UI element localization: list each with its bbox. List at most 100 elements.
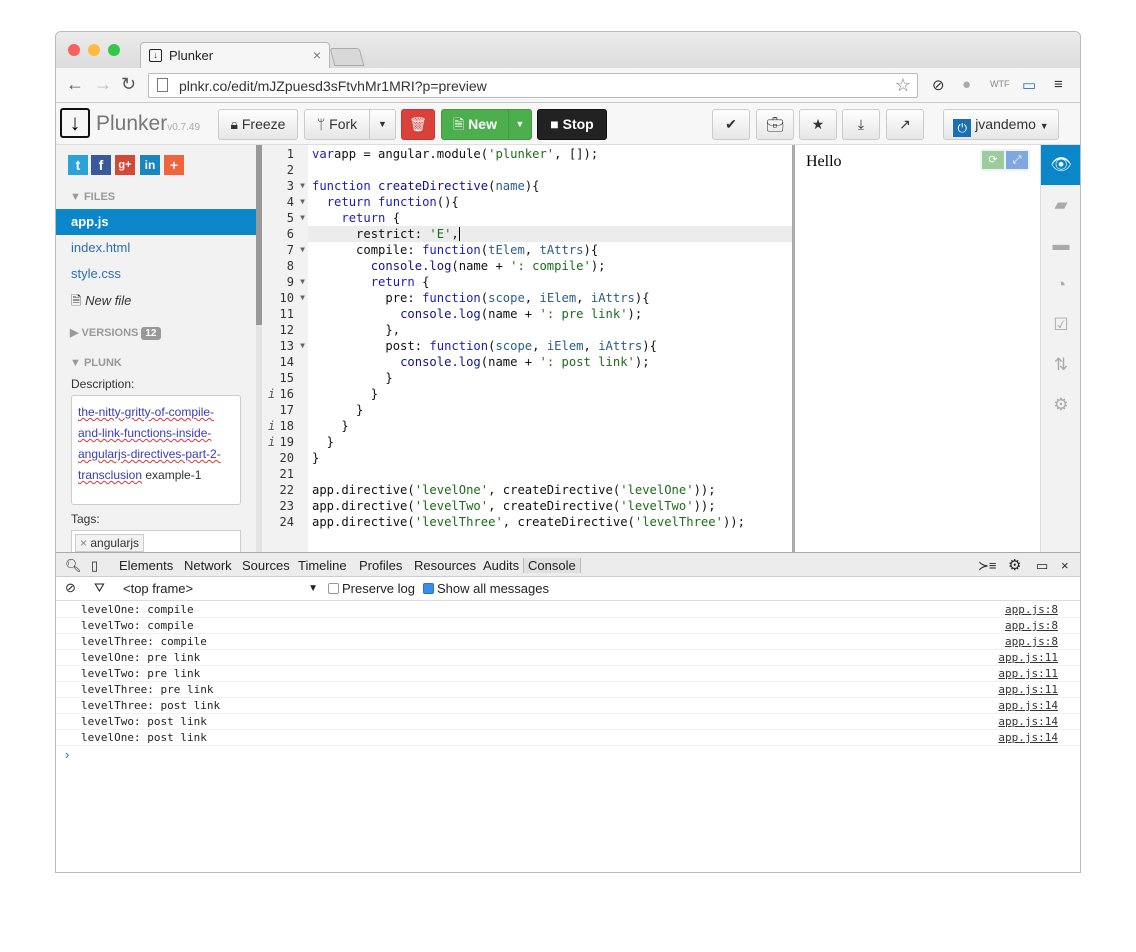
wtf-extension-icon[interactable]: WTF bbox=[990, 79, 1010, 89]
clear-console-icon[interactable]: ⊘ bbox=[65, 580, 76, 596]
google-plus-icon[interactable]: g+ bbox=[115, 155, 135, 175]
source-link[interactable]: app.js:8 bbox=[1005, 618, 1058, 633]
code-line[interactable]: app.directive('levelOne', createDirectiv… bbox=[312, 482, 792, 498]
search-icon[interactable]: 🔍︎ bbox=[65, 558, 82, 574]
new-file-button[interactable]: 🗎 New file bbox=[56, 287, 256, 313]
devtools-tab-network[interactable]: Network bbox=[184, 558, 232, 573]
code-line[interactable]: return { bbox=[312, 274, 792, 290]
add-share-icon[interactable]: + bbox=[164, 155, 184, 175]
fork-dropdown-button[interactable]: ▼ bbox=[369, 109, 396, 140]
console-prompt[interactable]: › bbox=[65, 747, 69, 762]
code-line[interactable]: return { bbox=[312, 210, 792, 226]
new-tab-button[interactable] bbox=[329, 48, 365, 66]
checkbox-checked[interactable] bbox=[423, 583, 434, 594]
new-dropdown-button[interactable]: ▼ bbox=[508, 109, 532, 140]
extension-icon[interactable]: ● bbox=[962, 76, 971, 93]
code-line[interactable]: } bbox=[312, 386, 792, 402]
bookmark-star-icon[interactable]: ☆ bbox=[895, 75, 911, 96]
stop-button[interactable]: ■ Stop bbox=[537, 109, 607, 140]
code-line[interactable]: } bbox=[312, 450, 792, 466]
source-link[interactable]: app.js:14 bbox=[998, 698, 1058, 713]
description-textarea[interactable]: the-nitty-gritty-of-compile-and-link-fun… bbox=[71, 395, 241, 505]
source-link[interactable]: app.js:11 bbox=[998, 682, 1058, 697]
devtools-tab-audits[interactable]: Audits bbox=[483, 558, 519, 573]
code-line[interactable] bbox=[312, 466, 792, 482]
code-line[interactable]: restrict: 'E', bbox=[308, 226, 792, 242]
code-line[interactable]: } bbox=[312, 434, 792, 450]
book-icon[interactable]: ▰ bbox=[1041, 185, 1080, 225]
filter-icon[interactable]: ⛛ bbox=[94, 580, 105, 596]
source-link[interactable]: app.js:11 bbox=[998, 666, 1058, 681]
code-line[interactable]: }, bbox=[312, 322, 792, 338]
preview-eye-icon[interactable]: 👁︎ bbox=[1041, 145, 1080, 185]
tags-input[interactable]: × angularjs bbox=[71, 530, 241, 552]
minimize-window-button[interactable] bbox=[88, 44, 100, 56]
code-line[interactable]: pre: function(scope, iElem, iAttrs){ bbox=[312, 290, 792, 306]
extension-icon[interactable]: ▭ bbox=[1022, 76, 1036, 94]
facebook-icon[interactable]: f bbox=[91, 155, 111, 175]
show-all-messages-checkbox[interactable]: Show all messages bbox=[423, 581, 549, 596]
menu-icon[interactable]: ≡ bbox=[1054, 76, 1063, 93]
source-link[interactable]: app.js:8 bbox=[1005, 634, 1058, 649]
refresh-preview-icon[interactable]: ⟳ bbox=[982, 151, 1004, 169]
file-item-style-css[interactable]: style.css bbox=[56, 261, 256, 287]
code-line[interactable]: function createDirective(name){ bbox=[312, 178, 792, 194]
file-item-index-html[interactable]: index.html bbox=[56, 235, 256, 261]
code-line[interactable]: console.log(name + ': post link'); bbox=[312, 354, 792, 370]
code-line[interactable]: } bbox=[312, 370, 792, 386]
extension-icon[interactable]: ⊘ bbox=[932, 76, 945, 94]
devtools-tab-resources[interactable]: Resources bbox=[414, 558, 476, 573]
download-button[interactable]: ⤓ bbox=[842, 109, 880, 140]
fork-button[interactable]: ᛘ Fork bbox=[304, 109, 370, 140]
fold-toggle-icon[interactable]: ▼ bbox=[300, 178, 305, 194]
expand-preview-icon[interactable]: ⤢ bbox=[1006, 151, 1028, 169]
code-line[interactable]: console.log(name + ': pre link'); bbox=[312, 306, 792, 322]
close-devtools-icon[interactable]: × bbox=[1061, 558, 1069, 573]
check-button[interactable]: ✔ bbox=[712, 109, 750, 140]
open-external-button[interactable]: ↗ bbox=[886, 109, 924, 140]
devtools-tab-sources[interactable]: Sources bbox=[242, 558, 290, 573]
settings-gear-icon[interactable]: ⚙ bbox=[1008, 556, 1021, 574]
file-item-app-js[interactable]: app.js bbox=[56, 209, 256, 235]
source-link[interactable]: app.js:11 bbox=[998, 650, 1058, 665]
fold-toggle-icon[interactable]: ▼ bbox=[300, 194, 305, 210]
freeze-button[interactable]: 🔒︎ Freeze bbox=[218, 109, 298, 140]
source-link[interactable]: app.js:14 bbox=[998, 714, 1058, 729]
delete-button[interactable]: 🗑︎ bbox=[401, 109, 435, 140]
toolbox-button[interactable]: 💼︎ bbox=[756, 109, 794, 140]
gear-icon[interactable]: ⚙ bbox=[1041, 385, 1080, 425]
checkbox-icon[interactable]: ☑ bbox=[1041, 305, 1080, 345]
browser-tab[interactable]: ↓ Plunker × bbox=[140, 42, 330, 68]
back-icon[interactable]: ← bbox=[66, 74, 84, 95]
code-line[interactable]: } bbox=[312, 402, 792, 418]
user-menu-button[interactable]: ⏻ jvandemo ▼ bbox=[943, 109, 1059, 140]
code-line[interactable]: compile: function(tElem, tAttrs){ bbox=[312, 242, 792, 258]
code-line[interactable] bbox=[312, 162, 792, 178]
zoom-window-button[interactable] bbox=[108, 44, 120, 56]
code-line[interactable]: console.log(name + ': compile'); bbox=[312, 258, 792, 274]
code-line[interactable]: varapp = angular.module('plunker', []); bbox=[312, 146, 792, 162]
code-line[interactable]: return function(){ bbox=[312, 194, 792, 210]
code-line[interactable]: post: function(scope, iElem, iAttrs){ bbox=[312, 338, 792, 354]
source-link[interactable]: app.js:14 bbox=[998, 730, 1058, 745]
source-link[interactable]: app.js:8 bbox=[1005, 602, 1058, 617]
fold-toggle-icon[interactable]: ▼ bbox=[300, 210, 305, 226]
checkbox[interactable] bbox=[328, 583, 339, 594]
new-button[interactable]: 🗎 New bbox=[441, 109, 509, 140]
forward-icon[interactable]: → bbox=[94, 74, 112, 95]
preserve-log-checkbox[interactable]: Preserve log bbox=[328, 581, 415, 596]
code-line[interactable]: } bbox=[312, 418, 792, 434]
twitter-icon[interactable]: t bbox=[68, 155, 88, 175]
code-editor[interactable]: 1 2 3 ▼ 4 ▼ 5 ▼ 6 7 ▼ 8 9 ▼ 10 ▼ 11 12 13 ▼ 14 15 16 i 17 18 i 19 i 2… bbox=[262, 145, 795, 552]
reload-icon[interactable]: ↻ bbox=[121, 74, 136, 95]
fold-toggle-icon[interactable]: ▼ bbox=[300, 338, 305, 354]
linkedin-icon[interactable]: in bbox=[140, 155, 160, 175]
close-tab-icon[interactable]: × bbox=[313, 47, 321, 63]
device-mode-icon[interactable]: ▯ bbox=[91, 558, 98, 574]
fold-toggle-icon[interactable]: ▼ bbox=[300, 242, 305, 258]
plunker-logo[interactable]: ↓ bbox=[60, 108, 90, 138]
code-line[interactable]: app.directive('levelTwo', createDirectiv… bbox=[312, 498, 792, 514]
devtools-tab-elements[interactable]: Elements bbox=[119, 558, 173, 573]
plunk-header[interactable]: ▼ PLUNK bbox=[70, 357, 122, 369]
versions-header[interactable]: ▶ VERSIONS 12 bbox=[70, 326, 161, 340]
